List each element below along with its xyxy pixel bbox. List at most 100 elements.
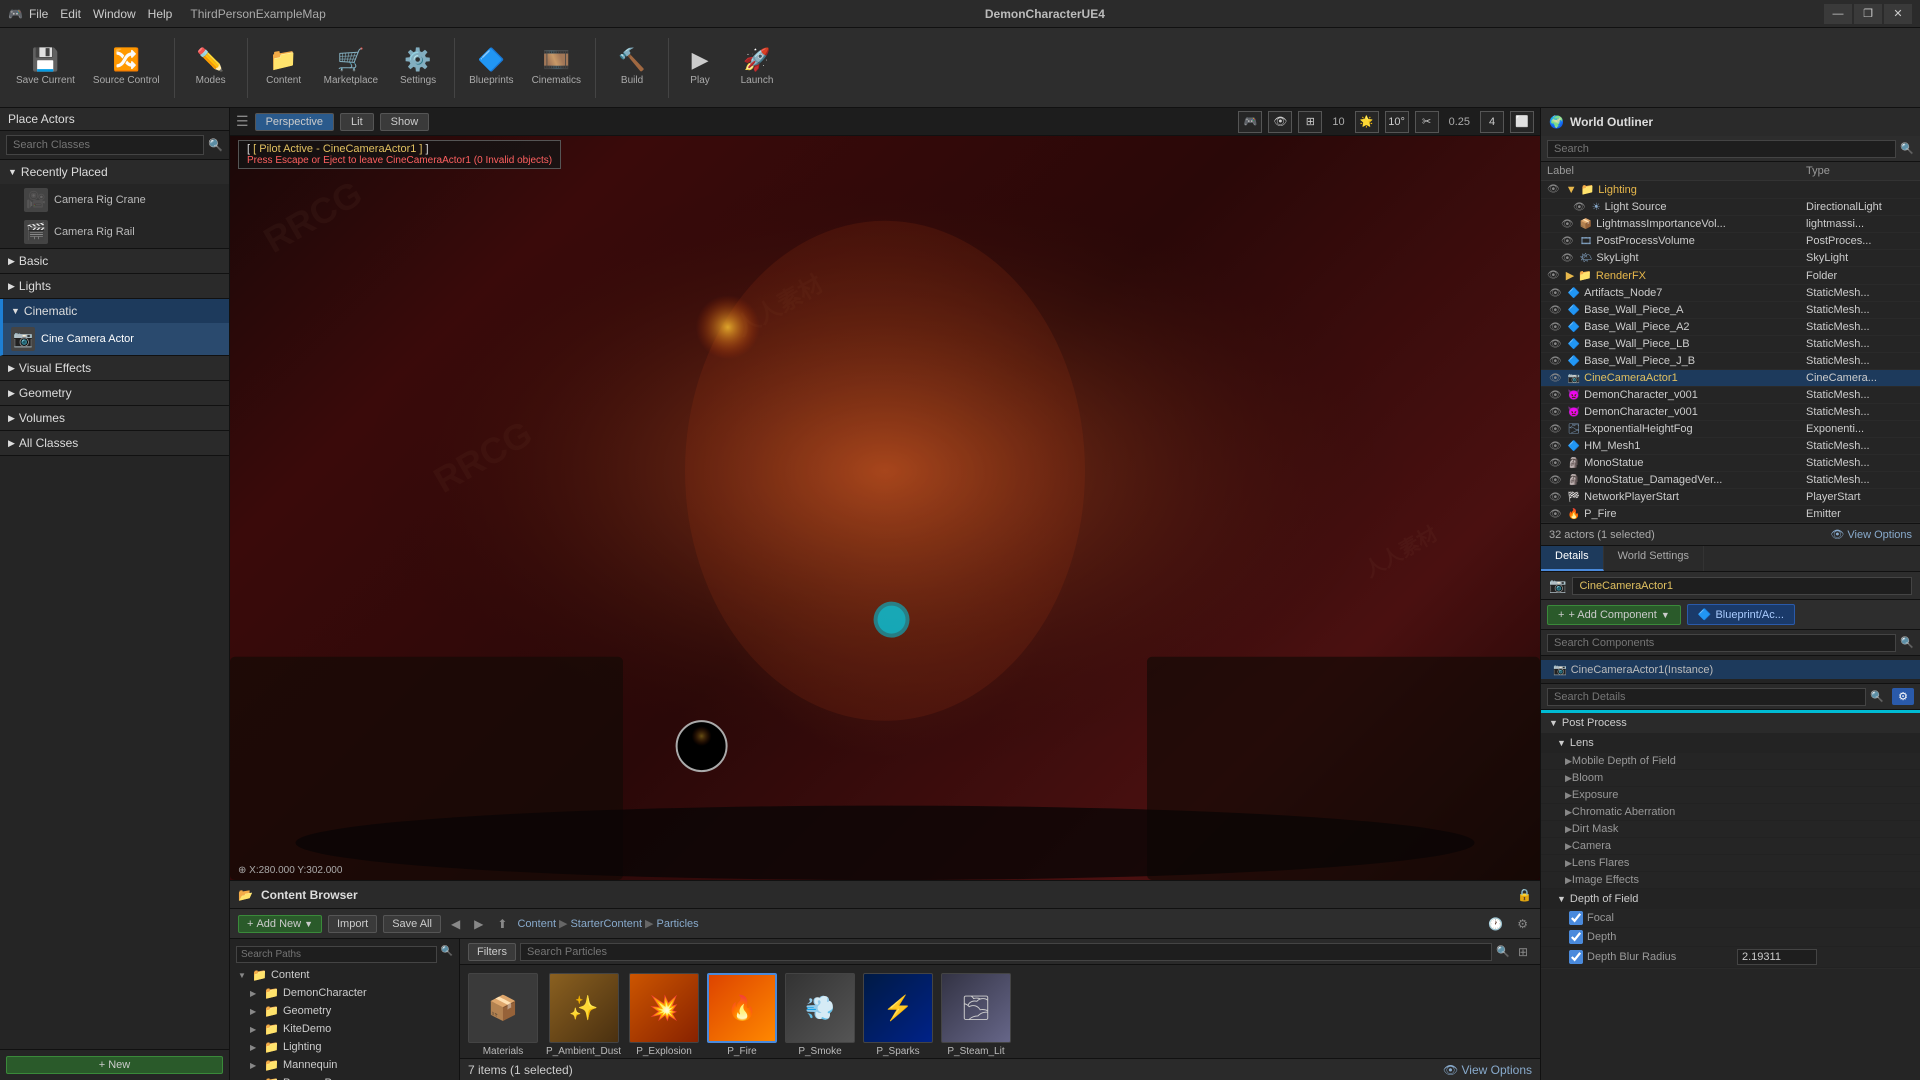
eye-icon[interactable]: 👁 <box>1561 236 1574 247</box>
table-row[interactable]: 👁 ▼ 📁 Lighting <box>1541 181 1920 199</box>
table-row[interactable]: 👁 ▶ 📁 RenderFX Folder <box>1541 267 1920 285</box>
table-row[interactable]: 👁 🗿 MonoStatue_DamagedVer... StaticMesh.… <box>1541 472 1920 489</box>
camera-rig-rail-item[interactable]: 🎬 Camera Rig Rail <box>0 216 229 248</box>
chromatic-row[interactable]: ▶ Chromatic Aberration <box>1541 804 1920 821</box>
depth-blur-value-input[interactable] <box>1737 949 1817 965</box>
eye-icon[interactable]: 👁 <box>1549 339 1562 350</box>
app-menu-file[interactable]: File <box>23 7 54 21</box>
eye-icon[interactable]: 👁 <box>1547 184 1560 195</box>
depth-blur-row[interactable]: Depth Blur Radius <box>1541 947 1920 968</box>
lights-header[interactable]: ▶ Lights <box>0 274 229 298</box>
app-menu-window[interactable]: Window <box>87 7 142 21</box>
table-row[interactable]: 👁 🔷 Artifacts_Node7 StaticMesh... <box>1541 285 1920 302</box>
tree-lighting-item[interactable]: ▶ 📁 Lighting <box>230 1038 459 1056</box>
volumes-header[interactable]: ▶ Volumes <box>0 406 229 430</box>
view-options-btn[interactable]: 👁 View Options <box>1830 528 1912 541</box>
cine-camera-actor-item[interactable]: 📷 Cine Camera Actor <box>3 323 229 355</box>
depth-checkbox[interactable] <box>1569 930 1583 944</box>
eye-icon[interactable]: 👁 <box>1549 373 1562 384</box>
filters-button[interactable]: Filters <box>468 943 516 961</box>
eye-icon[interactable]: 👁 <box>1549 407 1562 418</box>
tree-geometry-item[interactable]: ▶ 📁 Geometry <box>230 1002 459 1020</box>
save-current-button[interactable]: 💾 Save Current <box>8 33 83 103</box>
content-view-icon[interactable]: ⊞ <box>1514 945 1532 959</box>
table-row[interactable]: 👁 🔥 P_Fire Emitter <box>1541 506 1920 523</box>
cb-history-icon[interactable]: 🕐 <box>1484 917 1507 931</box>
lens-flares-row[interactable]: ▶ Lens Flares <box>1541 855 1920 872</box>
launch-button[interactable]: 🚀 Launch <box>727 33 787 103</box>
eye-icon[interactable]: 👁 <box>1549 475 1562 486</box>
table-row[interactable]: 👁 📷 CineCameraActor1 CineCamera... <box>1541 370 1920 387</box>
breadcrumb-starter-content[interactable]: StarterContent <box>570 918 642 930</box>
details-search-input[interactable] <box>1547 688 1866 706</box>
blueprints-button[interactable]: 🔷 Blueprints <box>461 33 521 103</box>
mobile-dof-row[interactable]: ▶ Mobile Depth of Field <box>1541 753 1920 770</box>
viewport-ctrl-icon4[interactable]: 🌟 <box>1355 111 1379 133</box>
type-column-header[interactable]: Type <box>1800 162 1920 180</box>
sparks-item[interactable]: ⚡ P_Sparks <box>863 973 933 1057</box>
actor-name-input[interactable] <box>1572 577 1912 595</box>
eye-icon[interactable]: 👁 <box>1549 322 1562 333</box>
steam-item[interactable]: 🌫 P_Steam_Lit <box>941 973 1011 1057</box>
maximize-icon[interactable]: ⬜ <box>1510 111 1534 133</box>
component-instance-item[interactable]: 📷 CineCameraActor1(Instance) <box>1541 660 1920 679</box>
tab-world-settings[interactable]: World Settings <box>1604 546 1704 571</box>
all-classes-header[interactable]: ▶ All Classes <box>0 431 229 455</box>
lens-header[interactable]: ▼ Lens <box>1541 733 1920 753</box>
cb-up-icon[interactable]: ⬆ <box>493 917 511 931</box>
eye-icon[interactable]: 👁 <box>1573 202 1586 213</box>
eye-icon[interactable]: 👁 <box>1549 390 1562 401</box>
content-button[interactable]: 📁 Content <box>254 33 314 103</box>
cb-forward-icon[interactable]: ▶ <box>470 917 487 931</box>
recently-placed-header[interactable]: ▼ Recently Placed <box>0 160 229 184</box>
maximize-button[interactable]: ❐ <box>1854 4 1882 24</box>
viewport-ctrl-icon5[interactable]: 10° <box>1385 111 1409 133</box>
cb-back-icon[interactable]: ◀ <box>447 917 464 931</box>
viewport-ctrl-icon2[interactable]: 👁 <box>1268 111 1292 133</box>
cinematic-header[interactable]: ▼ Cinematic <box>3 299 229 323</box>
settings-button[interactable]: ⚙️ Settings <box>388 33 448 103</box>
table-row[interactable]: 👁 👿 DemonCharacter_v001 StaticMesh... <box>1541 387 1920 404</box>
table-row[interactable]: 👁 🗿 MonoStatue StaticMesh... <box>1541 455 1920 472</box>
explosion-item[interactable]: 💥 P_Explosion <box>629 973 699 1057</box>
search-classes-input[interactable] <box>6 135 204 155</box>
bloom-row[interactable]: ▶ Bloom <box>1541 770 1920 787</box>
source-control-button[interactable]: 🔀 Source Control <box>85 33 168 103</box>
viewport-ctrl-icon1[interactable]: 🎮 <box>1238 111 1262 133</box>
modes-button[interactable]: ✏️ Modes <box>181 33 241 103</box>
viewport-ctrl-icon6[interactable]: ✂ <box>1415 111 1439 133</box>
image-effects-row[interactable]: ▶ Image Effects <box>1541 872 1920 889</box>
cb-view-options-btn[interactable]: 👁 View Options <box>1443 1063 1532 1077</box>
new-button[interactable]: + New <box>6 1056 223 1074</box>
table-row[interactable]: 👁 👿 DemonCharacter_v001 StaticMesh... <box>1541 404 1920 421</box>
minimize-button[interactable]: — <box>1824 4 1852 24</box>
outliner-search-input[interactable] <box>1547 140 1896 158</box>
app-menu-help[interactable]: Help <box>142 7 179 21</box>
eye-icon[interactable]: 👁 <box>1549 492 1562 503</box>
show-button[interactable]: Show <box>380 113 430 131</box>
tree-content-item[interactable]: ▼ 📁 Content <box>230 966 459 984</box>
smoke-item[interactable]: 💨 P_Smoke <box>785 973 855 1057</box>
viewport-ctrl-icon3[interactable]: ⊞ <box>1298 111 1322 133</box>
cinematics-button[interactable]: 🎞️ Cinematics <box>524 33 589 103</box>
focal-checkbox[interactable] <box>1569 911 1583 925</box>
viewport-ctrl-icon7[interactable]: 4 <box>1480 111 1504 133</box>
eye-icon[interactable]: 👁 <box>1549 305 1562 316</box>
import-button[interactable]: Import <box>328 915 377 933</box>
tree-demoncharacter-item[interactable]: ▶ 📁 DemonCharacter <box>230 984 459 1002</box>
table-row[interactable]: 👁 📦 LightmassImportanceVol... lightmassi… <box>1541 216 1920 233</box>
play-button[interactable]: ▶ Play <box>675 33 725 103</box>
table-row[interactable]: 👁 🔷 Base_Wall_Piece_LB StaticMesh... <box>1541 336 1920 353</box>
exposure-row[interactable]: ▶ Exposure <box>1541 787 1920 804</box>
geometry-header[interactable]: ▶ Geometry <box>0 381 229 405</box>
lock-icon[interactable]: 🔒 <box>1517 888 1532 902</box>
materials-item[interactable]: 📦 Materials <box>468 973 538 1057</box>
component-search-input[interactable] <box>1547 634 1896 652</box>
lit-button[interactable]: Lit <box>340 113 374 131</box>
camera-rig-crane-item[interactable]: 🎥 Camera Rig Crane <box>0 184 229 216</box>
eye-icon[interactable]: 👁 <box>1549 356 1562 367</box>
camera-row[interactable]: ▶ Camera <box>1541 838 1920 855</box>
eye-icon[interactable]: 👁 <box>1549 441 1562 452</box>
cb-settings-icon[interactable]: ⚙ <box>1513 917 1532 931</box>
label-column-header[interactable]: Label <box>1541 162 1800 180</box>
